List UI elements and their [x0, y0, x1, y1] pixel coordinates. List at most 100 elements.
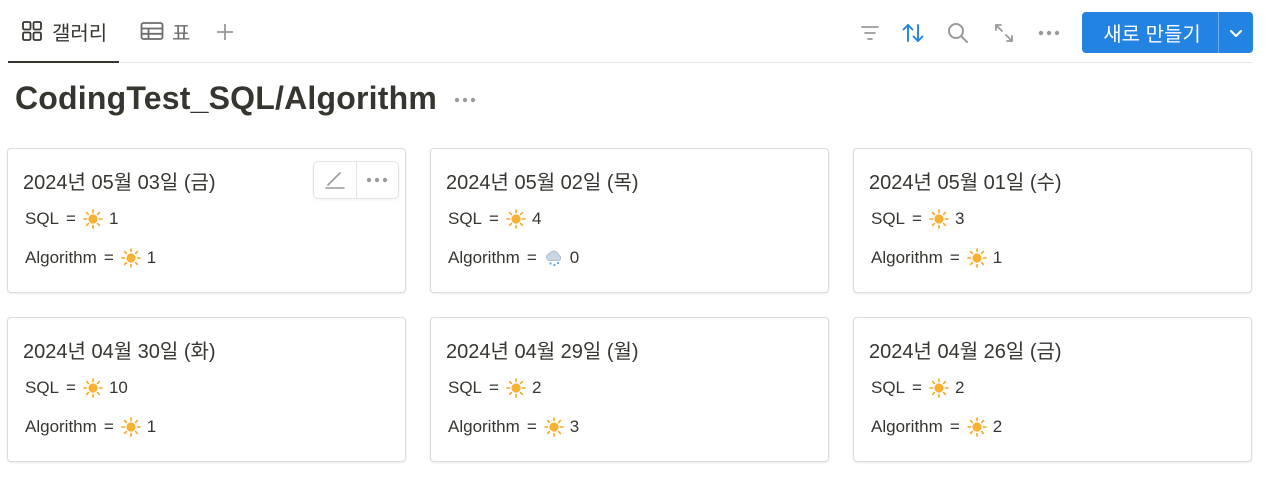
card-title: 2024년 04월 26일 (금) — [869, 341, 1062, 363]
tab-table-label: 표 — [172, 22, 191, 45]
gallery-card[interactable]: 2024년 04월 26일 (금) SQL = 2 Algorithm = 2 — [853, 317, 1252, 462]
sql-value: 4 — [531, 209, 542, 228]
sql-label: SQL — [448, 209, 483, 228]
sun-icon — [120, 417, 141, 437]
sun-icon — [506, 378, 526, 398]
sun-icon — [929, 378, 949, 398]
sun-icon — [966, 417, 987, 437]
gallery-card[interactable]: 2024년 05월 01일 (수) SQL = 3 Algorithm = 1 — [853, 148, 1252, 293]
cloud-snow-icon — [544, 248, 564, 268]
algorithm-value: 0 — [569, 248, 580, 267]
algorithm-label: Algorithm — [25, 248, 97, 267]
tab-gallery[interactable]: 갤러리 — [8, 0, 120, 63]
sort-icon — [902, 24, 924, 42]
card-more-button[interactable] — [357, 162, 399, 198]
new-button-dropdown[interactable] — [1219, 12, 1253, 53]
algorithm-value: 1 — [992, 248, 1003, 267]
table-icon — [140, 19, 164, 43]
sql-label: SQL — [871, 209, 906, 228]
algorithm-label: Algorithm — [448, 417, 520, 436]
equals-sign: = — [103, 417, 114, 436]
more-icon — [1038, 30, 1060, 36]
algorithm-property: Algorithm = 2 — [871, 417, 1002, 437]
card-title: 2024년 05월 02일 (목) — [446, 172, 639, 194]
gallery-card[interactable]: 2024년 05월 02일 (목) SQL = 4 Algorithm = 0 — [430, 148, 829, 293]
tab-table[interactable]: 표 — [140, 0, 190, 62]
algorithm-value: 1 — [146, 417, 157, 436]
tab-gallery-label: 갤러리 — [52, 22, 108, 45]
sun-icon — [506, 209, 526, 229]
sql-property: SQL = 1 — [25, 209, 118, 229]
filter-icon — [861, 26, 879, 40]
equals-sign: = — [912, 209, 922, 228]
page-title: CodingTest_SQL/Algorithm — [15, 80, 437, 116]
equals-sign: = — [526, 417, 537, 436]
algorithm-label: Algorithm — [871, 417, 943, 436]
sort-button[interactable] — [900, 20, 926, 46]
algorithm-label: Algorithm — [25, 417, 97, 436]
card-title: 2024년 05월 01일 (수) — [869, 172, 1062, 194]
equals-sign: = — [66, 209, 76, 228]
algorithm-property: Algorithm = 0 — [448, 248, 579, 268]
card-title: 2024년 05월 03일 (금) — [23, 172, 216, 194]
algorithm-property: Algorithm = 1 — [25, 417, 156, 437]
equals-sign: = — [949, 248, 960, 267]
sun-icon — [929, 209, 949, 229]
chevron-down-icon — [1230, 29, 1242, 37]
sql-label: SQL — [448, 378, 483, 397]
equals-sign: = — [949, 417, 960, 436]
more-icon — [454, 97, 476, 103]
sql-label: SQL — [871, 378, 906, 397]
search-icon — [948, 23, 968, 43]
sql-value: 2 — [954, 378, 965, 397]
algorithm-label: Algorithm — [448, 248, 520, 267]
pencil-icon — [324, 172, 345, 189]
equals-sign: = — [489, 378, 499, 397]
algorithm-value: 1 — [146, 248, 157, 267]
algorithm-property: Algorithm = 1 — [25, 248, 156, 268]
sql-label: SQL — [25, 209, 60, 228]
algorithm-property: Algorithm = 3 — [448, 417, 579, 437]
sql-property: SQL = 3 — [871, 209, 964, 229]
add-view-button[interactable] — [212, 19, 238, 45]
gallery-card[interactable]: 2024년 05월 03일 (금) SQL = 1 Algorithm = 1 — [7, 148, 406, 293]
card-title: 2024년 04월 29일 (월) — [446, 341, 639, 363]
gallery-grid-icon — [20, 19, 44, 43]
sun-icon — [83, 209, 103, 229]
sql-label: SQL — [25, 378, 60, 397]
sql-value: 2 — [531, 378, 542, 397]
sql-value: 10 — [108, 378, 128, 397]
expand-icon — [995, 24, 1013, 42]
equals-sign: = — [912, 378, 922, 397]
sql-property: SQL = 4 — [448, 209, 541, 229]
sql-property: SQL = 2 — [448, 378, 541, 398]
more-icon — [367, 177, 388, 183]
sun-icon — [543, 417, 564, 437]
new-button-label[interactable]: 새로 만들기 — [1082, 12, 1218, 53]
more-options-button[interactable] — [1036, 20, 1062, 46]
card-hover-toolbar — [313, 161, 399, 199]
edit-card-button[interactable] — [314, 162, 356, 198]
filter-button[interactable] — [857, 20, 883, 46]
plus-icon — [217, 24, 233, 40]
sun-icon — [120, 248, 141, 268]
expand-button[interactable] — [991, 20, 1017, 46]
sql-property: SQL = 2 — [871, 378, 964, 398]
new-button[interactable]: 새로 만들기 — [1082, 12, 1253, 53]
equals-sign: = — [526, 248, 537, 267]
sql-property: SQL = 10 — [25, 378, 128, 398]
card-title: 2024년 04월 30일 (화) — [23, 341, 216, 363]
search-button[interactable] — [945, 20, 971, 46]
gallery-card[interactable]: 2024년 04월 30일 (화) SQL = 10 Algorithm = 1 — [7, 317, 406, 462]
view-toolbar: 갤러리 표 새로 만들기 — [8, 0, 1253, 63]
algorithm-value: 2 — [992, 417, 1003, 436]
equals-sign: = — [489, 209, 499, 228]
sun-icon — [83, 378, 103, 398]
sun-icon — [966, 248, 987, 268]
gallery-card[interactable]: 2024년 04월 29일 (월) SQL = 2 Algorithm = 3 — [430, 317, 829, 462]
algorithm-property: Algorithm = 1 — [871, 248, 1002, 268]
algorithm-value: 3 — [569, 417, 580, 436]
sql-value: 1 — [108, 209, 119, 228]
title-more-button[interactable] — [452, 90, 478, 110]
sql-value: 3 — [954, 209, 965, 228]
